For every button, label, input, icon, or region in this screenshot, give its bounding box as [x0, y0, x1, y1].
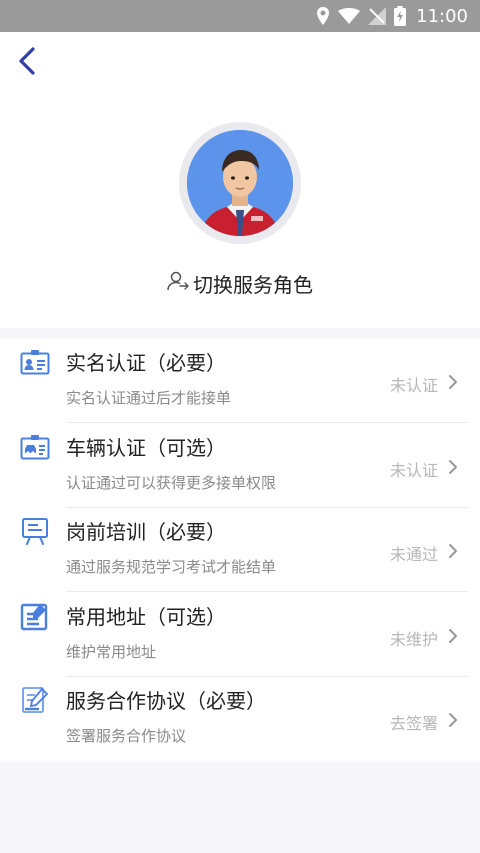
switch-role-label: 切换服务角色 — [193, 272, 313, 297]
divider — [66, 591, 468, 592]
clock: 11:00 — [416, 5, 468, 27]
profile-header: 切换服务角色 — [0, 32, 480, 328]
list-item-title: 实名认证（必要） — [66, 351, 226, 375]
list-item-desc: 实名认证通过后才能接单 — [66, 389, 232, 407]
list-item-agreement[interactable]: 服务合作协议（必要） 签署服务合作协议 去签署 — [0, 677, 480, 761]
back-button[interactable] — [10, 46, 44, 80]
avatar-ring — [179, 122, 301, 244]
chevron-left-icon — [18, 47, 36, 79]
list-item-title: 常用地址（可选） — [66, 605, 226, 629]
chevron-right-icon — [446, 627, 460, 645]
chevron-right-icon — [446, 458, 460, 476]
avatar-illustration — [187, 130, 293, 236]
status-text: 去签署 — [389, 714, 438, 733]
chevron-right-icon — [446, 542, 460, 560]
status-text: 未认证 — [389, 461, 438, 480]
vehicle-card-icon — [18, 432, 52, 462]
list-item-desc: 维护常用地址 — [66, 643, 157, 661]
chevron-right-icon — [446, 373, 460, 391]
list-item-title: 车辆认证（可选） — [66, 436, 226, 460]
status-text: 未认证 — [389, 376, 438, 395]
list-item-realname[interactable]: 实名认证（必要） 实名认证通过后才能接单 未认证 — [0, 339, 480, 423]
training-board-icon — [18, 516, 52, 546]
list-item-address[interactable]: 常用地址（可选） 维护常用地址 未维护 — [0, 593, 480, 677]
list-item-desc: 认证通过可以获得更多接单权限 — [66, 474, 277, 492]
list-item-vehicle[interactable]: 车辆认证（可选） 认证通过可以获得更多接单权限 未认证 — [0, 424, 480, 508]
battery-charging-icon — [394, 6, 407, 26]
user-switch-icon — [167, 270, 189, 296]
status-text: 未通过 — [389, 545, 438, 564]
agreement-icon — [18, 685, 52, 715]
list-item-desc: 签署服务合作协议 — [66, 727, 187, 745]
list-item-title: 服务合作协议（必要） — [66, 689, 266, 713]
avatar[interactable] — [187, 130, 293, 236]
certification-list: 实名认证（必要） 实名认证通过后才能接单 未认证 车辆认证（可选） 认证通过可以… — [0, 339, 480, 761]
chevron-right-icon — [446, 711, 460, 729]
wifi-icon — [338, 8, 361, 24]
no-signal-icon — [368, 7, 387, 25]
list-item-desc: 通过服务规范学习考试才能结单 — [66, 558, 277, 576]
list-item-title: 岗前培训（必要） — [66, 520, 226, 544]
switch-role-button[interactable]: 切换服务角色 — [0, 270, 480, 297]
divider — [66, 422, 468, 423]
location-icon — [316, 7, 330, 25]
address-edit-icon — [18, 601, 52, 631]
id-card-icon — [18, 347, 52, 377]
status-text: 未维护 — [389, 630, 438, 649]
list-item-training[interactable]: 岗前培训（必要） 通过服务规范学习考试才能结单 未通过 — [0, 508, 480, 592]
status-bar: 11:00 — [0, 0, 480, 32]
